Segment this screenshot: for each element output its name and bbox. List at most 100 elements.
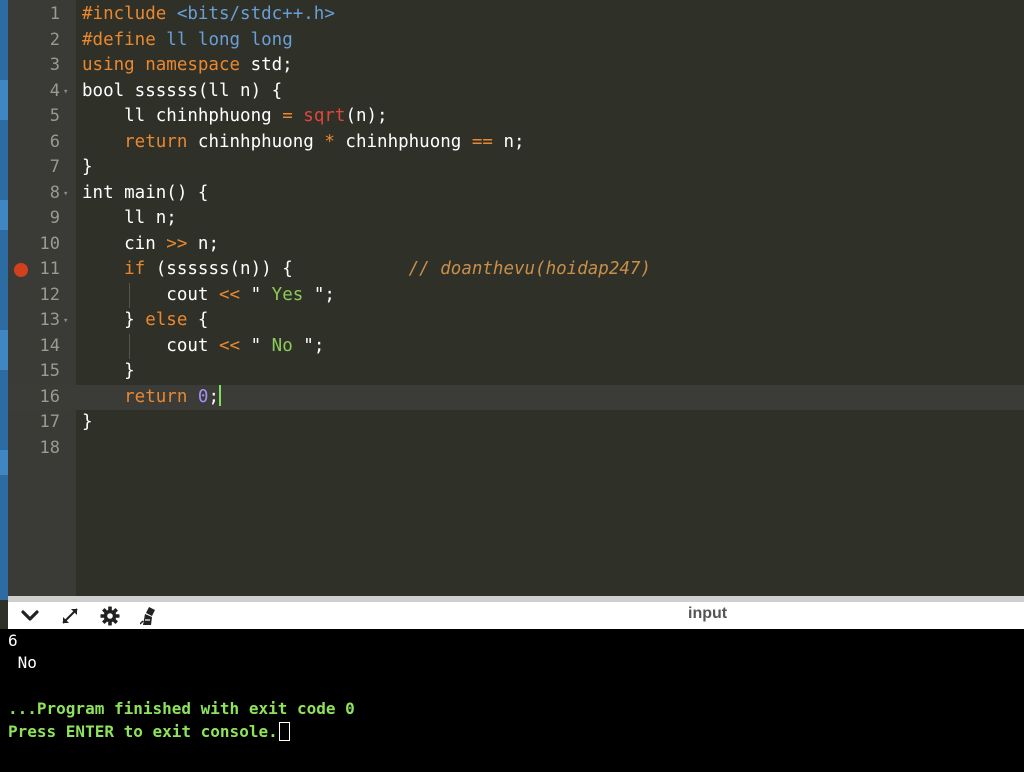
code-text[interactable]: } <box>82 155 93 181</box>
code-token: std; <box>250 55 293 75</box>
code-line[interactable]: 9 ll n; <box>8 206 1024 232</box>
fold-toggle-icon[interactable]: ▾ <box>63 189 68 198</box>
code-token: chinhphuong <box>334 131 472 152</box>
indent-guide <box>129 333 130 359</box>
code-token: "; <box>303 335 325 356</box>
code-text[interactable]: } else { <box>82 308 208 334</box>
code-text[interactable]: cout << " Yes "; <box>82 283 335 309</box>
code-token: cin <box>82 233 167 254</box>
side-strip-segment <box>0 80 8 120</box>
indent-guide <box>129 282 130 308</box>
code-line[interactable]: 17} <box>8 410 1024 436</box>
code-line[interactable]: 15 } <box>8 359 1024 385</box>
line-number[interactable]: 17 <box>8 410 60 436</box>
code-token: cout <box>82 284 219 305</box>
code-token: chinhphuong <box>197 131 325 152</box>
code-token: ; <box>208 386 219 407</box>
line-number[interactable]: 13 <box>8 308 60 334</box>
console-press-enter-line: Press ENTER to exit console. <box>8 722 290 742</box>
code-text[interactable]: bool ssssss(ll n) { <box>82 79 282 105</box>
code-line[interactable]: 12 cout << " Yes "; <box>8 283 1024 309</box>
side-strip-segment <box>0 330 8 370</box>
line-number[interactable]: 1 <box>8 2 60 28</box>
code-line[interactable]: 11 if (ssssss(n)) { // doanthevu(hoidap2… <box>8 257 1024 283</box>
code-text[interactable]: ll chinhphuong = sqrt(n); <box>82 104 387 130</box>
code-token: " <box>240 335 262 356</box>
code-token: } <box>82 310 146 330</box>
code-line[interactable]: 6 return chinhphuong * chinhphuong == n; <box>8 130 1024 156</box>
line-number[interactable]: 10 <box>8 232 60 258</box>
line-number[interactable]: 4 <box>8 79 60 105</box>
clear-console-icon[interactable] <box>140 606 160 626</box>
code-text[interactable]: return 0; <box>82 384 221 411</box>
code-token: "; <box>313 284 335 305</box>
code-line[interactable]: 2 #define ll long long <box>8 28 1024 54</box>
line-number[interactable]: 18 <box>8 436 60 462</box>
code-token: (ssssss(n)) { <box>155 259 409 279</box>
line-number[interactable]: 2 <box>8 28 60 54</box>
code-editor[interactable]: 1 #include <bits/stdc++.h> 2 #define ll lon… <box>8 0 1024 596</box>
code-token: // doanthevu(hoidap247) <box>408 259 651 279</box>
code-text[interactable]: int main() { <box>82 181 208 207</box>
code-token: ll n; <box>82 208 177 228</box>
side-strip-segment <box>0 200 8 230</box>
code-line[interactable]: 1 #include <bits/stdc++.h> <box>8 2 1024 28</box>
code-text[interactable]: if (ssssss(n)) { // doanthevu(hoidap247) <box>82 257 651 283</box>
code-token: == <box>471 131 493 152</box>
line-number[interactable]: 16 <box>8 385 60 411</box>
fold-toggle-icon[interactable]: ▾ <box>63 317 68 326</box>
code-token: << <box>218 284 241 305</box>
press-enter-message: Press ENTER to exit console. <box>8 722 278 741</box>
code-token: #include <box>82 4 177 24</box>
code-token: using <box>82 55 146 75</box>
console-cursor[interactable] <box>278 722 290 741</box>
line-number[interactable]: 12 <box>8 283 60 309</box>
code-token: } <box>82 361 135 381</box>
code-line[interactable]: 16 return 0; <box>8 384 1024 411</box>
code-text[interactable]: cout << " No "; <box>82 334 324 360</box>
code-text[interactable]: ll n; <box>82 206 177 232</box>
code-text[interactable]: } <box>82 410 93 436</box>
code-line[interactable]: 7} <box>8 155 1024 181</box>
code-line[interactable]: 4 ▾ bool ssssss(ll n) { <box>8 79 1024 105</box>
code-token: { <box>187 310 209 330</box>
side-strip-segment <box>0 450 8 475</box>
code-text[interactable]: } <box>82 359 135 385</box>
code-token: int main() { <box>82 182 209 203</box>
line-number[interactable]: 14 <box>8 334 60 360</box>
code-line[interactable]: 14 cout << " No "; <box>8 334 1024 360</box>
code-token: ll chinhphuong <box>82 106 283 126</box>
gear-icon[interactable] <box>100 606 120 626</box>
code-token: #define <box>82 29 167 50</box>
expand-icon[interactable] <box>60 606 80 626</box>
output-console[interactable]: 6 No ...Program finished with exit code … <box>0 629 1024 772</box>
code-text[interactable]: #include <bits/stdc++.h> <box>82 2 335 28</box>
code-text[interactable]: cin >> n; <box>82 232 219 258</box>
left-side-strip <box>0 0 8 600</box>
code-text[interactable]: return chinhphuong * chinhphuong == n; <box>82 130 524 156</box>
code-text[interactable]: #define ll long long <box>82 28 293 54</box>
code-token: return <box>82 131 198 152</box>
breakpoint-icon[interactable] <box>14 263 28 277</box>
line-number[interactable]: 6 <box>8 130 60 156</box>
line-number[interactable]: 9 <box>8 206 60 232</box>
code-text[interactable]: using namespace std; <box>82 53 293 79</box>
code-line[interactable]: 10 cin >> n; <box>8 232 1024 258</box>
line-number[interactable]: 8 <box>8 181 60 207</box>
fold-toggle-icon[interactable]: ▾ <box>63 87 68 96</box>
code-token: <bits/stdc++.h> <box>176 4 335 24</box>
line-number[interactable]: 7 <box>8 155 60 181</box>
code-line[interactable]: 3 using namespace std; <box>8 53 1024 79</box>
chevron-down-icon[interactable] <box>20 606 40 626</box>
code-token: } <box>82 412 93 432</box>
line-number[interactable]: 15 <box>8 359 60 385</box>
code-line[interactable]: 8 ▾ int main() { <box>8 181 1024 207</box>
code-line[interactable]: 5 ll chinhphuong = sqrt(n); <box>8 104 1024 130</box>
console-output-line: No <box>8 653 37 672</box>
line-number[interactable]: 5 <box>8 104 60 130</box>
code-line[interactable]: 18 <box>8 436 1024 462</box>
line-number[interactable]: 3 <box>8 53 60 79</box>
code-line[interactable]: 13 ▾ } else { <box>8 308 1024 334</box>
code-token: n; <box>187 233 219 254</box>
